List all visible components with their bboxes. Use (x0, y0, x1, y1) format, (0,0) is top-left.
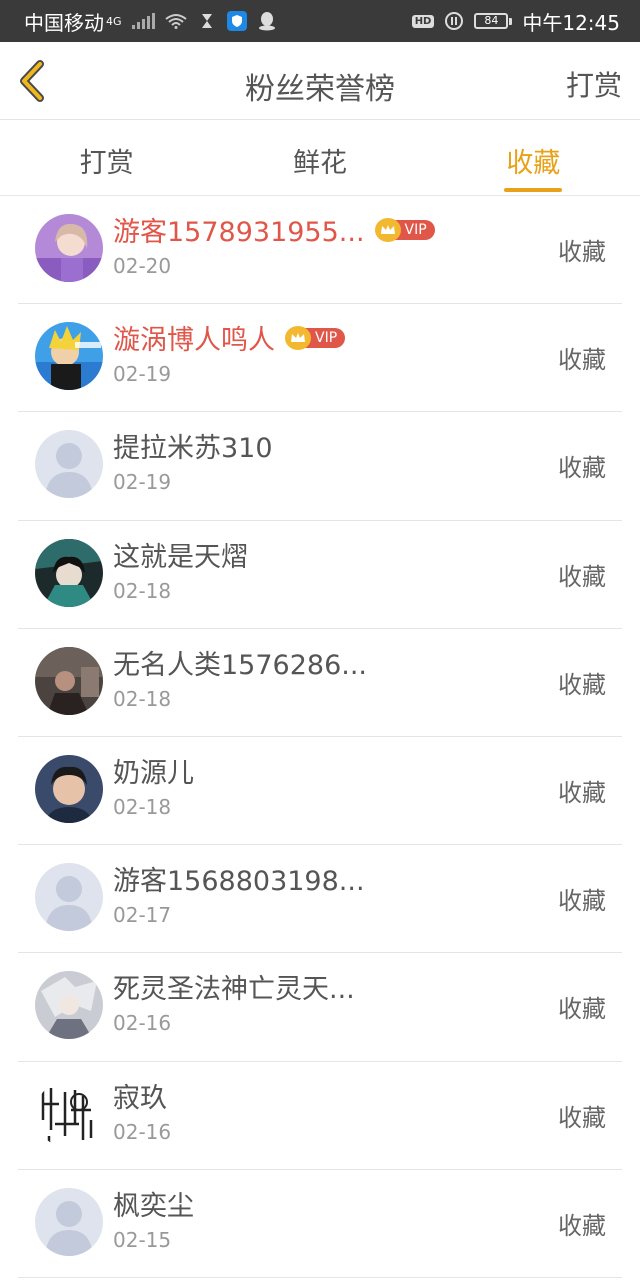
page-title: 粉丝荣誉榜 (245, 72, 395, 107)
list-item[interactable]: 漩涡博人鸣人 VIP 02-19 收藏 (18, 304, 622, 413)
signal-icon (131, 13, 155, 29)
vip-badge: VIP (285, 325, 346, 350)
hd-icon: HD (411, 14, 435, 28)
support-type-label: 收藏 (558, 454, 606, 483)
active-tab-indicator (504, 188, 563, 192)
list-item[interactable]: 游客1578931955... VIP 02-20 收藏 (18, 196, 622, 305)
data-saver-icon (444, 11, 464, 31)
date-label: 02-17 (113, 903, 172, 928)
tab-flowers[interactable]: 鲜花 (213, 121, 426, 195)
date-label: 02-16 (113, 1119, 172, 1144)
date-label: 02-16 (113, 1011, 172, 1036)
tab-label: 收藏 (506, 148, 561, 179)
support-type-label: 收藏 (558, 238, 606, 266)
support-type-label: 收藏 (558, 778, 606, 807)
crown-icon (285, 325, 311, 350)
support-type-label: 收藏 (558, 670, 606, 699)
vip-badge: VIP (374, 217, 435, 242)
user-name: 无名人类1576286... (113, 649, 367, 681)
fan-list: 游客1578931955... VIP 02-20 收藏 漩涡博人鸣人 VIP … (0, 196, 640, 1278)
list-item[interactable]: 奶源儿 02-18 收藏 (18, 737, 622, 846)
user-name: 这就是天熠 (113, 541, 248, 573)
support-type-label: 收藏 (558, 1103, 606, 1132)
hourglass-icon (197, 11, 217, 31)
battery-level: 84 (474, 13, 509, 29)
avatar[interactable] (35, 754, 103, 823)
network-type: 4G (106, 14, 122, 28)
tab-label: 鲜花 (292, 148, 347, 179)
avatar[interactable] (35, 646, 103, 715)
qq-icon (257, 11, 277, 31)
list-item[interactable]: 这就是天熠 02-18 收藏 (18, 521, 622, 629)
default-avatar-icon[interactable] (35, 863, 103, 932)
tip-button[interactable]: 打赏 (566, 64, 622, 104)
avatar[interactable] (35, 1079, 103, 1148)
avatar[interactable] (35, 322, 103, 391)
default-avatar-icon[interactable] (35, 430, 103, 499)
status-bar: 中国移动 4G HD 84 中午12:45 (0, 0, 640, 42)
support-type-label: 收藏 (558, 1211, 606, 1240)
user-name: 游客1568803198... (113, 866, 365, 898)
support-type-label: 收藏 (558, 346, 606, 375)
user-name: 死灵圣法神亡灵天... (113, 974, 355, 1006)
date-label: 02-19 (113, 470, 172, 495)
user-name: 寂玖 (113, 1082, 167, 1114)
date-label: 02-18 (113, 686, 172, 711)
list-item[interactable]: 枫奕尘 02-15 收藏 (18, 1170, 622, 1278)
top-nav-bar: 粉丝荣誉榜 打赏 (0, 42, 640, 120)
date-label: 02-18 (113, 794, 172, 819)
user-name: 游客1578931955... (113, 217, 365, 248)
date-label: 02-15 (113, 1227, 172, 1252)
list-item[interactable]: 游客1568803198... 02-17 收藏 (18, 845, 622, 954)
tab-bar: 打赏 鲜花 收藏 (0, 121, 640, 196)
avatar[interactable] (35, 538, 103, 607)
date-label: 02-19 (113, 362, 172, 387)
carrier-label: 中国移动 (24, 10, 104, 35)
default-avatar-icon[interactable] (35, 1187, 103, 1256)
support-type-label: 收藏 (558, 887, 606, 916)
tab-tip[interactable]: 打赏 (0, 121, 213, 195)
support-type-label: 收藏 (558, 995, 606, 1024)
list-item[interactable]: 死灵圣法神亡灵天... 02-16 收藏 (18, 953, 622, 1062)
tab-favorites[interactable]: 收藏 (427, 121, 640, 195)
battery-icon: 84 (474, 13, 513, 29)
wifi-icon (164, 13, 187, 29)
user-name: 奶源儿 (113, 757, 194, 789)
list-item[interactable]: 提拉米苏310 02-19 收藏 (18, 412, 622, 521)
support-type-label: 收藏 (558, 562, 606, 591)
user-name: 提拉米苏310 (113, 433, 273, 465)
user-name: 漩涡博人鸣人 (113, 325, 275, 357)
user-name: 枫奕尘 (113, 1190, 194, 1222)
clock: 中午12:45 (522, 10, 620, 35)
list-item[interactable]: 无名人类1576286... 02-18 收藏 (18, 629, 622, 737)
avatar[interactable] (35, 214, 103, 282)
list-item[interactable]: 寂玖 02-16 收藏 (18, 1062, 622, 1170)
shield-icon (226, 11, 247, 31)
date-label: 02-18 (113, 578, 172, 603)
tab-label: 打赏 (79, 148, 134, 179)
crown-icon (374, 217, 401, 242)
date-label: 02-20 (113, 254, 172, 278)
avatar[interactable] (35, 971, 103, 1040)
